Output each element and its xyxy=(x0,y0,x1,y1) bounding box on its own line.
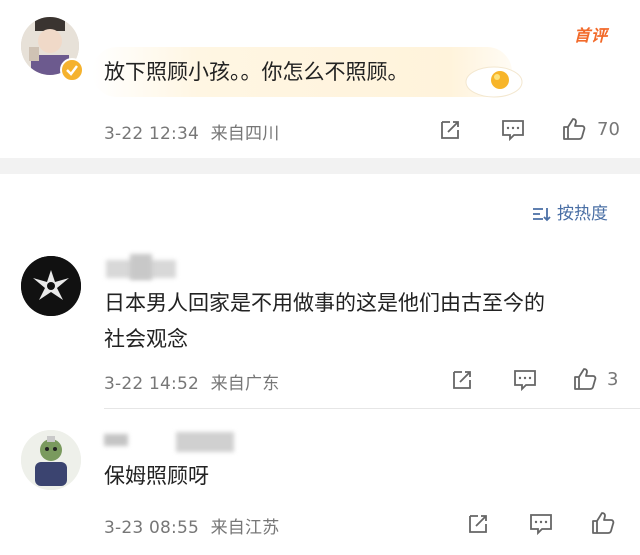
first-comment-badge: 首评 xyxy=(574,26,609,45)
avatar[interactable] xyxy=(21,256,81,316)
comment-icon[interactable] xyxy=(512,368,538,392)
share-icon[interactable] xyxy=(438,118,464,142)
share-icon[interactable] xyxy=(466,512,492,536)
like-icon[interactable] xyxy=(590,510,616,534)
comment-location: 来自江苏 xyxy=(210,518,280,538)
like-count: 70 xyxy=(597,119,620,140)
comment-location: 来自广东 xyxy=(210,374,280,394)
comment-meta: 3-23 08:55 来自江苏 xyxy=(104,513,279,538)
sort-label: 按热度 xyxy=(557,204,608,224)
comment-text: 日本男人回家是不用做事的这是他们由古至今的 xyxy=(104,291,545,315)
comment-text: 保姆照顾呀 xyxy=(104,464,209,488)
username-blurred xyxy=(104,434,128,446)
sort-by-hot-button[interactable]: 按热度 xyxy=(531,199,608,224)
section-separator xyxy=(0,158,640,174)
verified-badge-icon xyxy=(60,58,84,82)
like-icon[interactable] xyxy=(561,116,587,140)
top-comment-card: 首评 放下照顾小孩。。你怎么不照顾。 3-22 12:34 来自四川 70 xyxy=(0,0,640,158)
share-icon[interactable] xyxy=(450,368,476,392)
comment-meta: 3-22 14:52 来自广东 xyxy=(104,369,279,394)
egg-decoration-icon xyxy=(460,60,524,100)
username-blurred xyxy=(130,254,152,280)
comment-date: 3-22 12:34 xyxy=(104,124,199,144)
comment-meta: 3-22 12:34 来自四川 xyxy=(104,119,279,144)
comment-location: 来自四川 xyxy=(210,124,280,144)
like-count: 3 xyxy=(607,369,619,390)
comment-date: 3-22 14:52 xyxy=(104,374,199,394)
comment-icon[interactable] xyxy=(528,512,554,536)
divider xyxy=(104,408,640,409)
avatar[interactable] xyxy=(21,430,81,490)
sort-icon xyxy=(533,208,551,222)
username-blurred xyxy=(176,432,234,452)
comment-text: 放下照顾小孩。。你怎么不照顾。 xyxy=(104,60,409,84)
comment-icon[interactable] xyxy=(500,118,526,142)
comment-date: 3-23 08:55 xyxy=(104,518,199,538)
like-icon[interactable] xyxy=(572,366,598,390)
comment-text: 社会观念 xyxy=(104,327,188,351)
